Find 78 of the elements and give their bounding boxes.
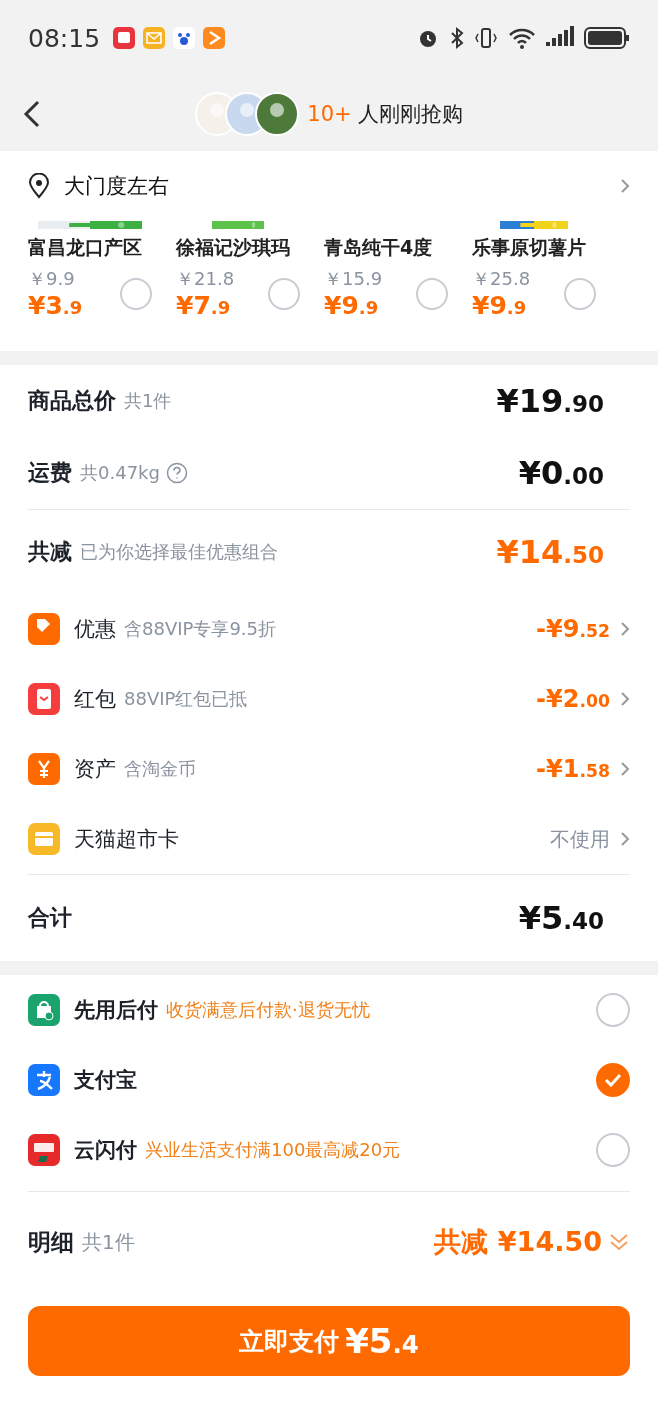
payment-name: 云闪付: [74, 1137, 137, 1164]
battery-icon: [584, 26, 630, 51]
status-time: 08:15: [28, 24, 101, 53]
alipay-icon: [28, 1064, 60, 1096]
chevron-right-icon: [620, 178, 630, 194]
buyers-count-text: 10+ 人刚刚抢购: [307, 101, 463, 128]
product-name: 青岛纯干4度: [324, 235, 434, 260]
discount-item-note: 88VIP红包已抵: [124, 687, 248, 711]
discount-amount: ¥14.50: [496, 533, 604, 571]
vibrate-icon: [474, 26, 498, 51]
app-icon: [112, 26, 137, 51]
original-price: ￥15.9: [324, 267, 383, 291]
discount-note: 已为你选择最佳优惠组合: [80, 540, 278, 564]
discount-item-amount: -¥9.52: [536, 615, 610, 643]
payment-note: 兴业生活支付满100最高减20元: [145, 1138, 401, 1162]
payment-radio[interactable]: [596, 1063, 630, 1097]
select-radio[interactable]: [120, 277, 152, 310]
paw-icon: [172, 26, 197, 51]
location-pin-icon: [28, 173, 50, 199]
total-label: 合计: [28, 904, 72, 932]
payment-name: 支付宝: [74, 1067, 137, 1094]
discount-item-label: 红包: [74, 686, 116, 713]
payment-name: 先用后付: [74, 997, 158, 1024]
discount-item-label: 优惠: [74, 616, 116, 643]
shopping-bag-icon: [28, 994, 60, 1026]
discount-item-note: 含淘金币: [124, 757, 196, 781]
select-radio[interactable]: [416, 277, 448, 310]
product-price: ¥9.9: [324, 291, 379, 320]
yen-icon: [28, 753, 60, 785]
select-radio[interactable]: [564, 277, 596, 310]
summary-note: 共0.47kg: [80, 461, 160, 485]
chevron-right-icon: [620, 831, 630, 847]
discount-item-amount: -¥2.00: [536, 685, 610, 713]
summary-label: 运费: [28, 459, 72, 487]
summary-amount: ¥19.90: [496, 382, 604, 420]
discount-item-value: 不使用: [550, 825, 610, 853]
checkmark-icon: [604, 1073, 622, 1087]
product-price: ¥7.9: [176, 291, 231, 320]
discount-item-label: 资产: [74, 756, 116, 783]
chevron-right-icon: [620, 761, 630, 777]
details-saving: 共减 ¥14.50: [434, 1225, 602, 1259]
payment-radio[interactable]: [596, 993, 630, 1027]
payment-radio[interactable]: [596, 1133, 630, 1167]
address-text: 大门度左右: [64, 173, 170, 200]
discount-label: 共减: [28, 538, 72, 566]
double-chevron-down-icon[interactable]: [608, 1231, 630, 1253]
details-note: 共1件: [82, 1228, 135, 1256]
discount-item-amount: -¥1.58: [536, 755, 610, 783]
original-price: ￥21.8: [176, 267, 235, 291]
bluetooth-icon: [450, 26, 464, 51]
back-icon[interactable]: [22, 99, 42, 129]
summary-amount: ¥0.00: [518, 454, 604, 492]
mail-icon: [142, 26, 167, 51]
product-name: 徐福记沙琪玛: [176, 235, 291, 260]
help-icon[interactable]: [165, 462, 188, 484]
total-amount: ¥5.40: [518, 899, 604, 937]
wifi-icon: [508, 26, 536, 51]
tag-icon: [28, 613, 60, 645]
original-price: ￥25.8: [472, 267, 531, 291]
envelope-icon: [28, 683, 60, 715]
summary-label: 商品总价: [28, 387, 116, 415]
discount-item-note: 含88VIP专享9.5折: [124, 617, 276, 641]
summary-note: 共1件: [124, 389, 172, 413]
select-radio[interactable]: [268, 277, 300, 310]
product-name: 乐事原切薯片: [472, 235, 587, 260]
payment-note: 收货满意后付款·退货无忧: [166, 998, 370, 1022]
discount-item-label: 天猫超市卡: [74, 826, 179, 853]
product-price: ¥3.9: [28, 291, 83, 320]
chevron-right-icon: [620, 621, 630, 637]
product-price: ¥9.9: [472, 291, 527, 320]
avatar: [255, 92, 300, 136]
card-icon: [28, 823, 60, 855]
play-icon: [202, 26, 227, 51]
product-name: 富昌龙口产区: [28, 235, 143, 260]
original-price: ￥9.9: [28, 267, 76, 291]
chevron-right-icon: [620, 691, 630, 707]
pay-now-button[interactable]: 立即支付 ¥5.4: [28, 1306, 630, 1376]
details-label: 明细: [28, 1227, 74, 1257]
